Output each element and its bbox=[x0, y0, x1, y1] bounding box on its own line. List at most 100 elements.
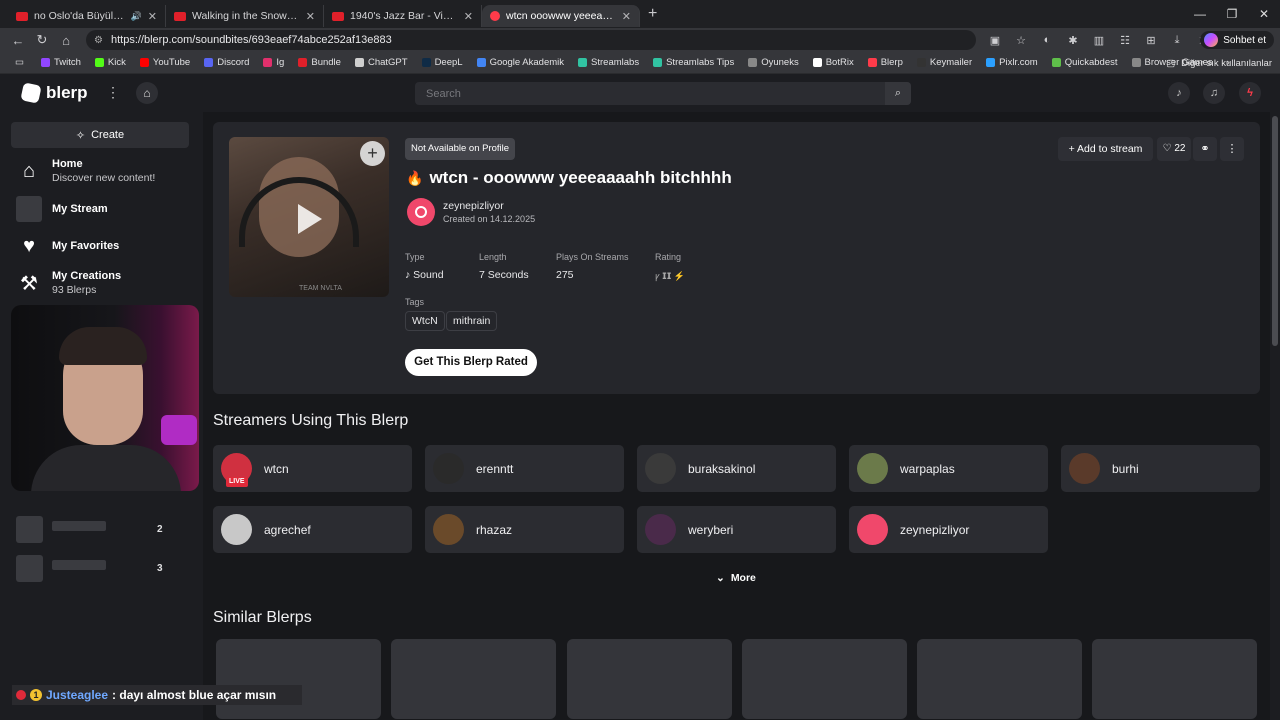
url-field[interactable]: ⚙ https://blerp.com/soundbites/693eaef74… bbox=[86, 30, 976, 50]
streamer-card[interactable]: weryberi bbox=[637, 506, 836, 553]
streamer-card[interactable]: rhazaz bbox=[425, 506, 624, 553]
add-icon[interactable]: + bbox=[360, 141, 385, 166]
bookmark-item[interactable]: DeepL bbox=[415, 57, 470, 68]
sidebar-item-my-stream[interactable]: My Stream bbox=[16, 196, 108, 222]
volume-icon[interactable]: ♪ bbox=[1168, 82, 1190, 104]
bookmark-favicon-icon bbox=[421, 58, 431, 67]
back-icon[interactable]: ← bbox=[6, 33, 30, 48]
bookmark-item[interactable]: Streamlabs bbox=[571, 57, 646, 68]
user-avatar[interactable]: ϟ bbox=[1239, 82, 1261, 104]
close-tab-icon[interactable]: ✕ bbox=[622, 10, 631, 23]
bookmark-item[interactable]: BotRix bbox=[806, 57, 861, 68]
other-bookmarks[interactable]: ▢ Diğer sık kullanılanlar bbox=[1166, 52, 1272, 74]
bookmark-item[interactable]: Twitch bbox=[34, 57, 88, 68]
favorites-icon[interactable]: ☷ bbox=[1114, 34, 1136, 47]
creator-name: zeynepizliyor bbox=[443, 200, 504, 212]
bookmarks-sidebar-icon[interactable]: ▭ bbox=[8, 57, 34, 68]
sidebar-item-label: My Stream bbox=[52, 203, 108, 215]
reload-icon[interactable]: ↻ bbox=[30, 32, 54, 48]
bookmark-item[interactable]: Blerp bbox=[861, 57, 910, 68]
similar-blerp-card[interactable] bbox=[1092, 639, 1257, 719]
home-icon[interactable]: ⌂ bbox=[54, 33, 78, 48]
more-options-icon[interactable]: ⋮ bbox=[1220, 137, 1244, 161]
notification-bell-icon[interactable]: ♫ bbox=[1203, 82, 1225, 104]
bookmark-item[interactable]: Google Akademik bbox=[470, 57, 571, 68]
collections-icon[interactable]: ⊞ bbox=[1140, 34, 1162, 47]
browser-tab-2[interactable]: Walking in the Snow at Night ✕ bbox=[166, 5, 324, 27]
bookmark-item[interactable]: Streamlabs Tips bbox=[646, 57, 741, 68]
bookmark-item[interactable]: Quickabdest bbox=[1045, 57, 1125, 68]
bookmark-favicon-icon bbox=[204, 58, 214, 67]
streamer-card[interactable]: warpaplas bbox=[849, 445, 1048, 492]
bookmark-item[interactable]: Keymailer bbox=[910, 57, 979, 68]
browser-tab-1[interactable]: no Oslo'da Büyüleyici Noel Turu 🔊 ✕ bbox=[8, 5, 166, 27]
bookmark-item[interactable]: YouTube bbox=[133, 57, 197, 68]
close-window-icon[interactable]: ✕ bbox=[1248, 0, 1280, 28]
streamer-card[interactable]: erenntt bbox=[425, 445, 624, 492]
split-screen-icon[interactable]: ▥ bbox=[1088, 34, 1110, 47]
bookmark-item[interactable]: Bundle bbox=[291, 57, 348, 68]
new-tab-icon[interactable]: + bbox=[648, 5, 657, 23]
get-rated-button[interactable]: Get This Blerp Rated bbox=[405, 349, 537, 376]
streamer-card[interactable]: zeynepizliyor bbox=[849, 506, 1048, 553]
blerp-thumbnail[interactable]: + TEAM NVLTA bbox=[229, 137, 389, 297]
streamer-avatar bbox=[645, 514, 676, 545]
bookmark-item[interactable]: Oyuneks bbox=[741, 57, 806, 68]
blerp-logo[interactable]: blerp bbox=[20, 82, 88, 104]
blerp-title: 🔥 wtcn - ooowww yeeeaaaahh bitchhhh bbox=[406, 168, 732, 188]
similar-blerp-card[interactable] bbox=[742, 639, 907, 719]
browser-tab-active[interactable]: wtcn ooowww yeeeaaahh bitchh ✕ bbox=[482, 5, 640, 27]
bookmark-item[interactable]: Kick bbox=[88, 57, 133, 68]
sidebar-item-sublabel: 93 Blerps bbox=[52, 284, 97, 296]
streamer-card[interactable]: burhi bbox=[1061, 445, 1260, 492]
bookmark-item[interactable]: Pixlr.com bbox=[979, 57, 1045, 68]
page-scrollbar[interactable] bbox=[1270, 112, 1280, 720]
sidebar-item-home[interactable]: ⌂ Home Discover new content! bbox=[16, 158, 155, 184]
close-tab-icon[interactable]: ✕ bbox=[464, 10, 473, 23]
install-app-icon[interactable]: ▣ bbox=[984, 34, 1006, 47]
header-home-icon[interactable]: ⌂ bbox=[136, 82, 158, 104]
streamer-card[interactable]: LIVE wtcn bbox=[213, 445, 412, 492]
tag-chip[interactable]: WtcN bbox=[405, 311, 445, 331]
copy-link-icon[interactable]: ⚭ bbox=[1193, 137, 1217, 161]
similar-blerp-card[interactable] bbox=[917, 639, 1082, 719]
search-input[interactable] bbox=[415, 82, 885, 105]
similar-blerp-card[interactable] bbox=[567, 639, 732, 719]
bookmark-item[interactable]: Discord bbox=[197, 57, 256, 68]
play-icon[interactable] bbox=[298, 204, 322, 234]
sidebar-item-my-creations[interactable]: ⚒ My Creations 93 Blerps bbox=[16, 270, 121, 296]
add-to-stream-button[interactable]: + Add to stream bbox=[1058, 137, 1153, 161]
bookmark-item[interactable]: ChatGPT bbox=[348, 57, 415, 68]
puzzle-icon[interactable]: ✱ bbox=[1062, 34, 1084, 47]
streamer-card[interactable]: buraksakinol bbox=[637, 445, 836, 492]
creator-info[interactable]: zeynepizliyor Created on 14.12.2025 bbox=[407, 198, 535, 226]
tab-title: wtcn ooowww yeeeaaahh bitchh bbox=[506, 10, 616, 22]
similar-blerp-card[interactable] bbox=[216, 639, 381, 719]
similar-blerp-card[interactable] bbox=[391, 639, 556, 719]
browser-tab-3[interactable]: 1940's Jazz Bar - Vintage Clas ✕ bbox=[324, 5, 482, 27]
create-button[interactable]: ✧ Create bbox=[11, 122, 189, 148]
maximize-icon[interactable]: ❐ bbox=[1216, 0, 1248, 28]
sidebar-item-my-favorites[interactable]: ♥ My Favorites bbox=[16, 233, 119, 259]
tab-title: Walking in the Snow at Night bbox=[192, 10, 300, 22]
bookmark-label: Oyuneks bbox=[761, 57, 799, 68]
bookmark-star-icon[interactable]: ☆ bbox=[1010, 34, 1032, 47]
favorite-button[interactable]: ♡ 22 bbox=[1157, 137, 1191, 161]
microphone-icon bbox=[161, 415, 197, 445]
close-tab-icon[interactable]: ✕ bbox=[148, 10, 157, 23]
search-icon[interactable]: ⌕ bbox=[885, 82, 911, 105]
site-info-icon[interactable]: ⚙ bbox=[94, 35, 103, 46]
streamer-avatar bbox=[221, 514, 252, 545]
copilot-chat-button[interactable]: Sohbet et bbox=[1200, 31, 1274, 49]
tag-chip[interactable]: mithrain bbox=[446, 311, 498, 331]
bookmark-label: Discord bbox=[217, 57, 250, 68]
close-tab-icon[interactable]: ✕ bbox=[306, 10, 315, 23]
header-menu-icon[interactable]: ⋮ bbox=[106, 84, 120, 101]
youtube-favicon-icon bbox=[174, 11, 186, 21]
download-icon[interactable]: ⤓ bbox=[1166, 34, 1188, 47]
more-button[interactable]: ⌄ More bbox=[716, 572, 756, 584]
minimize-icon[interactable]: — bbox=[1184, 0, 1216, 28]
bookmark-item[interactable]: Ig bbox=[256, 57, 291, 68]
extension-icon[interactable]: ◐ bbox=[1036, 34, 1058, 47]
streamer-card[interactable]: agrechef bbox=[213, 506, 412, 553]
